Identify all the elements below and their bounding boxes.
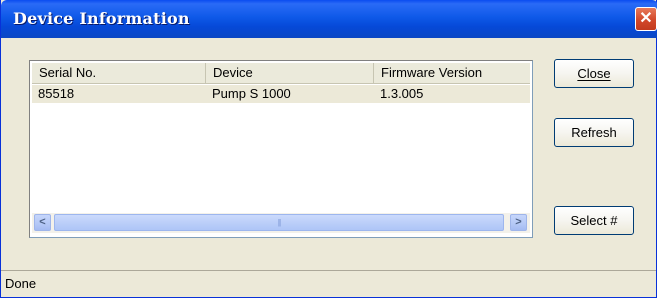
status-text: Done xyxy=(5,276,37,291)
window-close-icon[interactable]: ✕ xyxy=(635,7,657,31)
cell-firmware: 1.3.005 xyxy=(380,86,424,101)
device-list[interactable]: Serial No. Device Firmware Version 85518… xyxy=(29,60,533,238)
list-row[interactable]: 85518 Pump S 1000 1.3.005 xyxy=(32,85,530,103)
column-header-serial[interactable]: Serial No. xyxy=(32,63,206,83)
scroll-right-arrow-icon[interactable]: > xyxy=(510,214,527,231)
scroll-grip-icon: ||| xyxy=(277,218,281,227)
scroll-thumb[interactable]: ||| xyxy=(54,214,504,231)
window-title: Device Information xyxy=(13,9,190,28)
status-bar: Done xyxy=(1,270,656,297)
cell-device: Pump S 1000 xyxy=(212,86,291,101)
close-button[interactable]: Close xyxy=(554,59,634,88)
horizontal-scrollbar[interactable]: < ||| > xyxy=(32,213,530,233)
list-header: Serial No. Device Firmware Version xyxy=(32,63,530,84)
cell-serial: 85518 xyxy=(38,86,75,101)
title-bar[interactable]: Device Information ✕ xyxy=(1,0,657,38)
column-header-device[interactable]: Device xyxy=(206,63,374,83)
close-button-label: Close xyxy=(577,66,611,81)
column-header-firmware[interactable]: Firmware Version xyxy=(374,63,530,83)
select-button[interactable]: Select # xyxy=(554,206,634,235)
device-information-dialog: Device Information ✕ Serial No. Device F… xyxy=(0,0,657,298)
refresh-button[interactable]: Refresh xyxy=(554,118,634,147)
scroll-left-arrow-icon[interactable]: < xyxy=(34,214,51,231)
